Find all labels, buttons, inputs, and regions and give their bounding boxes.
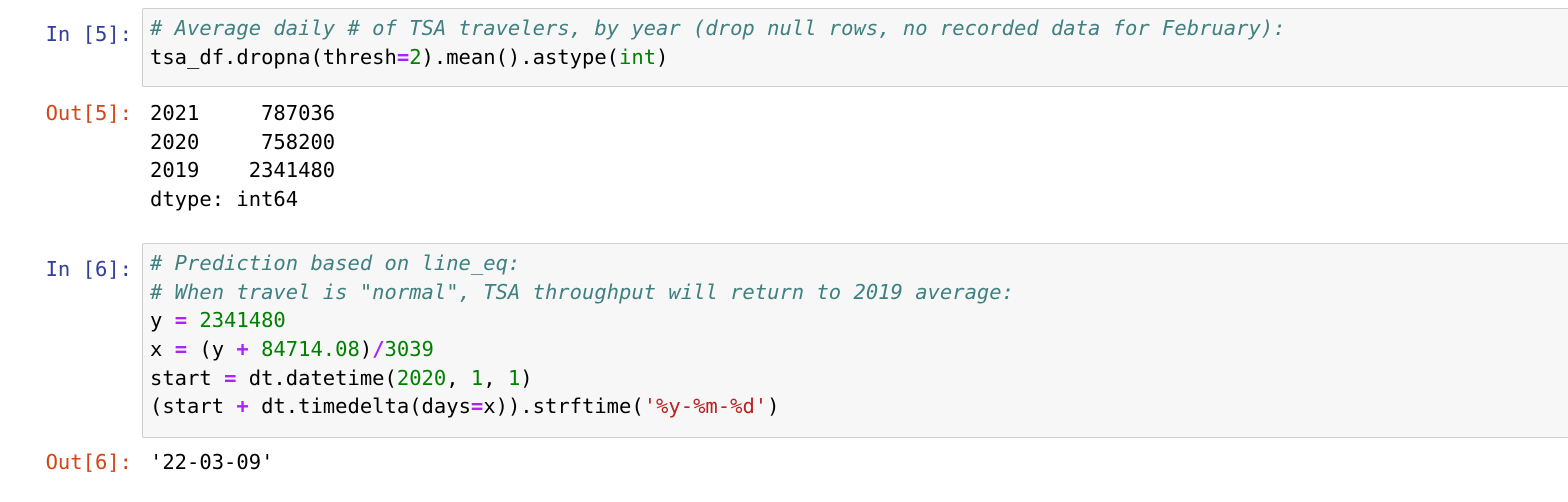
code-comment: # When travel is "normal", TSA throughpu…	[150, 279, 1014, 304]
code-line: # Average daily # of TSA travelers, by y…	[150, 14, 1568, 43]
input-prompt: In [6]:	[45, 257, 132, 281]
code-line: x = (y + 84714.08)/3039	[150, 335, 1568, 364]
code-number: 3039	[384, 337, 434, 362]
code-text: ,	[483, 365, 508, 390]
code-operator: =	[174, 337, 188, 362]
output-text: 2021 787036 2020 758200 2019 2341480 dty…	[150, 99, 335, 214]
code-number: 1	[507, 365, 521, 390]
code-text: tsa_df.dropna(thresh	[150, 44, 397, 69]
code-editor[interactable]: # Average daily # of TSA travelers, by y…	[142, 8, 1568, 87]
code-text: ,	[446, 365, 471, 390]
code-comment: # Average daily # of TSA travelers, by y…	[150, 16, 1286, 40]
code-line: # When travel is "normal", TSA throughpu…	[150, 278, 1568, 307]
code-text: )	[767, 394, 780, 419]
code-number: 2341480	[199, 308, 286, 333]
output-line: 2020 758200	[150, 129, 336, 154]
code-text: )	[656, 44, 669, 69]
output-text: '22-03-09'	[150, 448, 273, 477]
code-operator: /	[372, 337, 385, 362]
code-line: # Prediction based on line_eq:	[150, 249, 1568, 278]
code-text: )	[520, 365, 533, 390]
code-operator: +	[236, 337, 249, 362]
code-text: dt.datetime(	[236, 365, 397, 390]
code-line: y = 2341480	[150, 306, 1568, 335]
code-number: 2020	[396, 365, 447, 390]
output-line: 2021 787036	[150, 101, 336, 125]
code-text: (y	[187, 337, 237, 362]
output-prompt: Out[5]:	[45, 101, 132, 125]
code-line: (start + dt.timedelta(days=x)).strftime(…	[150, 392, 1568, 421]
output-prompt: Out[6]:	[45, 450, 132, 474]
code-text: start	[150, 365, 225, 390]
code-number: 84714.08	[261, 337, 360, 362]
code-operator: =	[174, 308, 188, 333]
code-string: '%y-%m-%d'	[643, 394, 768, 419]
code-text: x)).strftime(	[483, 394, 644, 419]
code-text: )	[359, 337, 373, 362]
code-operator: =	[470, 394, 484, 419]
code-editor[interactable]: # Prediction based on line_eq: # When tr…	[142, 243, 1568, 438]
output-line: 2019 2341480	[150, 158, 336, 183]
code-operator: +	[236, 394, 249, 419]
output-line: '22-03-09'	[150, 450, 274, 474]
code-builtin: int	[619, 44, 657, 69]
output-line: dtype: int64	[150, 187, 299, 212]
code-operator: =	[224, 365, 237, 390]
code-comment: # Prediction based on line_eq:	[150, 251, 521, 275]
input-prompt: In [5]:	[45, 22, 132, 46]
code-text: ).mean().astype(	[421, 44, 620, 69]
code-text: (start	[150, 394, 237, 419]
code-line: tsa_df.dropna(thresh=2).mean().astype(in…	[150, 43, 1568, 72]
code-line: start = dt.datetime(2020, 1, 1)	[150, 364, 1568, 393]
code-text: x	[150, 337, 175, 362]
code-text: y	[150, 308, 175, 333]
code-operator: =	[396, 44, 410, 69]
code-text: dt.timedelta(days	[248, 394, 471, 419]
code-number: 2	[409, 44, 422, 69]
code-number: 1	[470, 365, 484, 390]
